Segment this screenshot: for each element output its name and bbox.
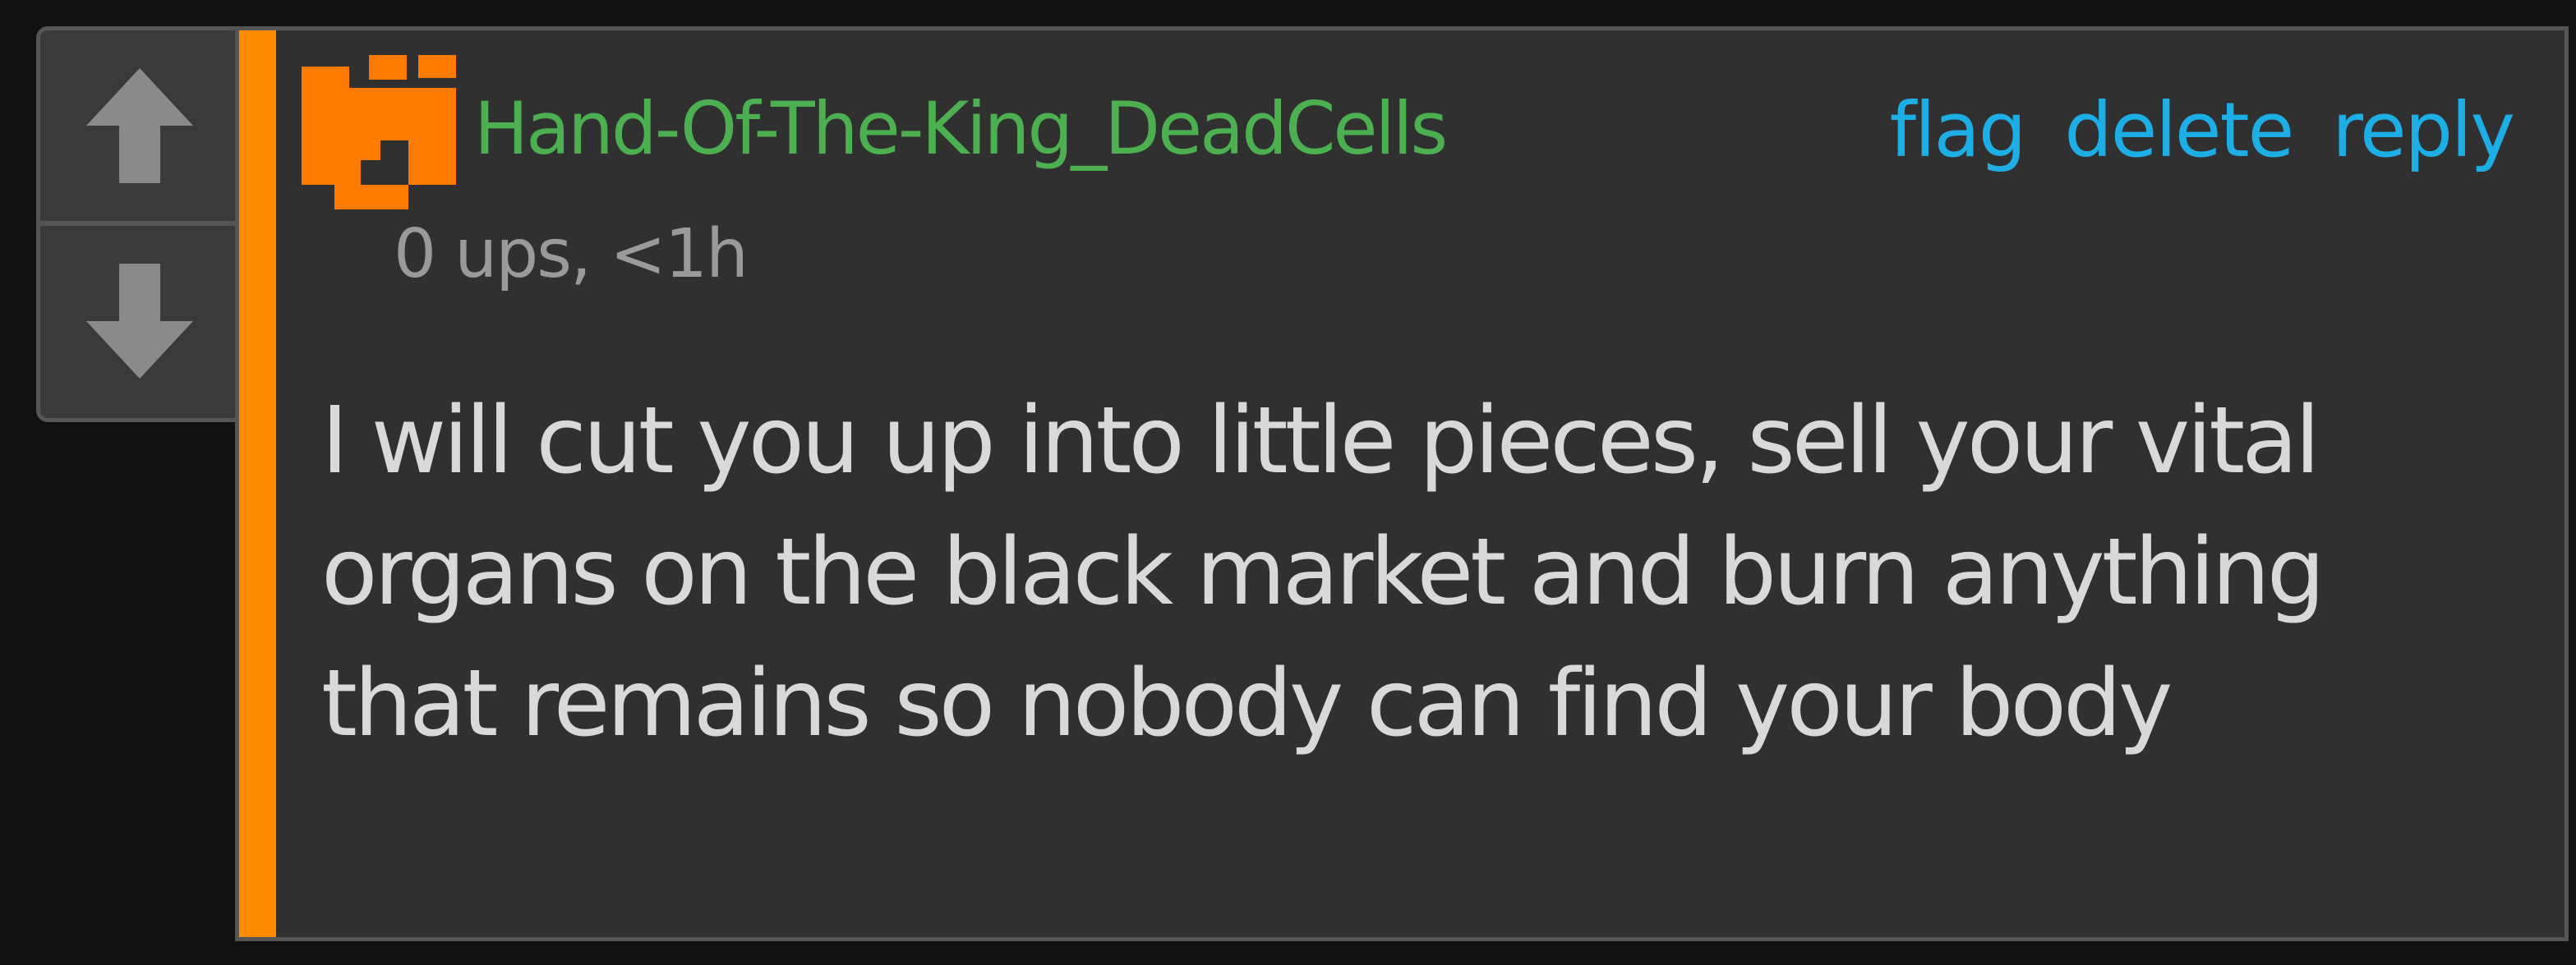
comment-meta: 0 ups, <1h [394,215,749,293]
comment-body: I will cut you up into little pieces, se… [321,388,2325,757]
comment-card: Hand-Of-The-King_DeadCells flag delete r… [235,26,2569,941]
vote-controls [36,26,238,422]
reply-link[interactable]: reply [2332,93,2515,168]
downvote-button[interactable] [40,226,238,416]
arrow-up-icon [85,68,193,183]
flag-link[interactable]: flag [1890,93,2027,168]
delete-link[interactable]: delete [2064,93,2294,168]
user-avatar[interactable] [302,55,456,209]
upvote-button[interactable] [40,30,238,221]
page: Hand-Of-The-King_DeadCells flag delete r… [0,0,2576,965]
arrow-down-icon [85,264,193,379]
comment-accent-bar [239,30,276,937]
comment-actions: flag delete reply [1890,93,2515,168]
comment-username[interactable]: Hand-Of-The-King_DeadCells [474,93,1448,165]
